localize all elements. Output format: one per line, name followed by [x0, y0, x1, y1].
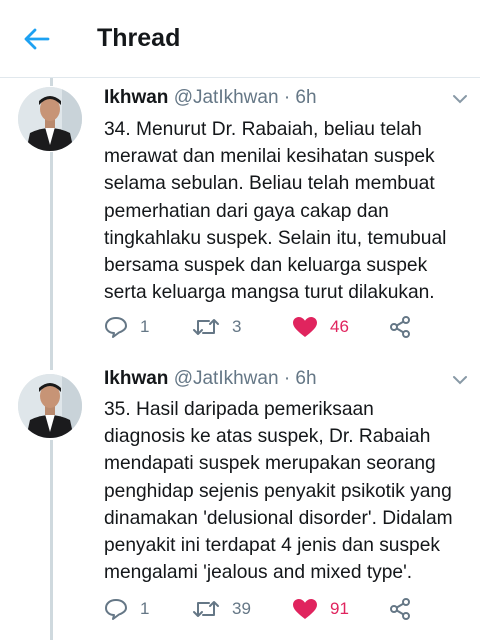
author-handle[interactable]: @JatIkhwan	[174, 368, 279, 389]
retweet-count: 3	[232, 317, 242, 336]
tweet-text-line: dinamakan 'delusional disorder'. Didalam	[104, 507, 453, 529]
back-button[interactable]	[20, 22, 54, 56]
tweet-actions: 1 39 91	[104, 594, 444, 624]
tweet-text-line: mengalami 'jealous and mixed type'.	[104, 562, 413, 584]
avatar[interactable]	[18, 374, 82, 438]
tweet-menu-caret[interactable]	[448, 87, 472, 111]
retweet-count: 39	[232, 599, 251, 618]
reply-button[interactable]: 1	[104, 594, 149, 624]
like-count: 46	[330, 317, 349, 336]
tweet-meta: Ikhwan @JatIkhwan · 6h	[104, 87, 317, 109]
like-button[interactable]: 46	[292, 312, 349, 342]
tweet-text-line: diagnosis ke atas suspek, Dr. Rabaiah	[104, 426, 431, 448]
author-name[interactable]: Ikhwan	[104, 368, 168, 389]
tweet-text-line: bersama suspek dan keluarga suspek	[104, 255, 428, 277]
author-handle[interactable]: @JatIkhwan	[174, 87, 279, 108]
tweet-text: 34. Menurut Dr. Rabaiah, beliau telah me…	[104, 116, 470, 306]
chevron-down-icon	[453, 376, 467, 385]
reply-icon	[105, 599, 127, 620]
retweet-button[interactable]: 3	[192, 312, 241, 342]
retweet-icon	[193, 319, 219, 335]
author-name[interactable]: Ikhwan	[104, 87, 168, 108]
retweet-icon	[193, 601, 219, 617]
share-button[interactable]	[388, 594, 412, 624]
tweet[interactable]: Ikhwan @JatIkhwan · 6h 34. Menurut Dr. R…	[0, 78, 480, 370]
tweet-menu-caret[interactable]	[448, 368, 472, 392]
tweet-meta: Ikhwan @JatIkhwan · 6h	[104, 368, 317, 390]
back-arrow-icon	[24, 28, 50, 50]
tweet-text-line: serta keluarga mangsa turut dilakukan.	[104, 282, 435, 304]
tweet-text: 35. Hasil daripada pemeriksaan diagnosis…	[104, 396, 470, 586]
tweet-text-line: mendapati suspek merupakan seorang	[104, 453, 436, 475]
tweet-text-line: selama sebulan. Beliau telah membuat	[104, 173, 435, 195]
avatar[interactable]	[18, 87, 82, 151]
tweet-text-line: penghidap sejenis penyakit psikotik yang	[104, 480, 452, 502]
share-icon	[390, 316, 410, 338]
timestamp[interactable]: · 6h	[284, 87, 317, 108]
timestamp[interactable]: · 6h	[284, 368, 317, 389]
profile-photo	[18, 87, 82, 151]
heart-filled-icon	[293, 317, 317, 337]
chevron-down-icon	[453, 95, 467, 104]
reply-button[interactable]: 1	[104, 312, 149, 342]
tweet-actions: 1 3 46	[104, 312, 444, 342]
like-button[interactable]: 91	[292, 594, 349, 624]
heart-filled-icon	[293, 599, 317, 619]
profile-photo	[18, 374, 82, 438]
share-icon	[390, 598, 410, 620]
reply-count: 1	[140, 317, 150, 336]
reply-icon	[105, 317, 127, 338]
reply-count: 1	[140, 599, 150, 618]
tweet-text-line: 35. Hasil daripada pemeriksaan	[104, 399, 374, 420]
tweet[interactable]: Ikhwan @JatIkhwan · 6h 35. Hasil daripad…	[0, 366, 480, 640]
like-count: 91	[330, 599, 349, 618]
tweet-text-line: pemerhatian dari gaya cakap dan	[104, 200, 389, 222]
tweet-text-line: tingkahlaku suspek. Selain itu, temubual	[104, 227, 447, 249]
tweet-text-line: 34. Menurut Dr. Rabaiah, beliau telah	[104, 119, 422, 140]
app-header: Thread	[0, 0, 480, 78]
share-button[interactable]	[388, 312, 412, 342]
page-title: Thread	[97, 24, 181, 52]
tweet-text-line: penyakit ini terdapat 4 jenis dan suspek	[104, 535, 440, 557]
retweet-button[interactable]: 39	[192, 594, 251, 624]
tweet-text-line: merawat dan menilai kesihatan suspek	[104, 146, 435, 168]
